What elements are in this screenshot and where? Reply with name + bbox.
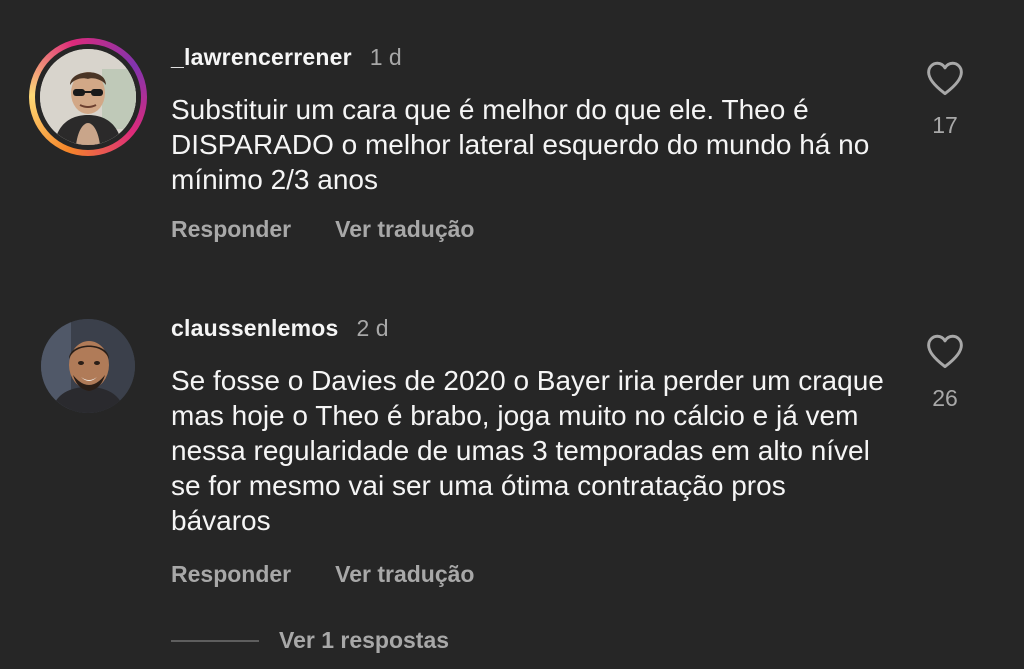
like-control: 17 bbox=[915, 60, 975, 139]
heart-icon[interactable] bbox=[915, 60, 975, 96]
reply-button[interactable]: Responder bbox=[171, 216, 291, 243]
comment-timestamp: 2 d bbox=[356, 315, 389, 341]
reply-button[interactable]: Responder bbox=[171, 561, 291, 588]
replies-divider-line bbox=[171, 639, 259, 642]
see-translation-button[interactable]: Ver tradução bbox=[335, 216, 474, 243]
comment-text: Se fosse o Davies de 2020 o Bayer iria p… bbox=[171, 365, 884, 536]
see-translation-button[interactable]: Ver tradução bbox=[335, 561, 474, 588]
comment-username[interactable]: _lawrencerrener bbox=[171, 44, 352, 71]
view-replies-toggle[interactable]: Ver 1 respostas bbox=[171, 627, 449, 654]
like-control: 26 bbox=[915, 333, 975, 412]
avatar-container[interactable] bbox=[41, 319, 135, 413]
comment-timestamp: 1 d bbox=[369, 44, 402, 70]
comment-text: Substituir um cara que é melhor do que e… bbox=[171, 94, 870, 195]
avatar[interactable] bbox=[40, 49, 136, 145]
avatar-story-ring[interactable] bbox=[29, 38, 147, 156]
view-replies-label[interactable]: Ver 1 respostas bbox=[279, 627, 449, 654]
comment-username[interactable]: claussenlemos bbox=[171, 315, 339, 342]
like-count: 17 bbox=[932, 112, 958, 138]
like-count: 26 bbox=[932, 385, 958, 411]
heart-icon[interactable] bbox=[915, 333, 975, 369]
avatar[interactable] bbox=[41, 319, 135, 413]
